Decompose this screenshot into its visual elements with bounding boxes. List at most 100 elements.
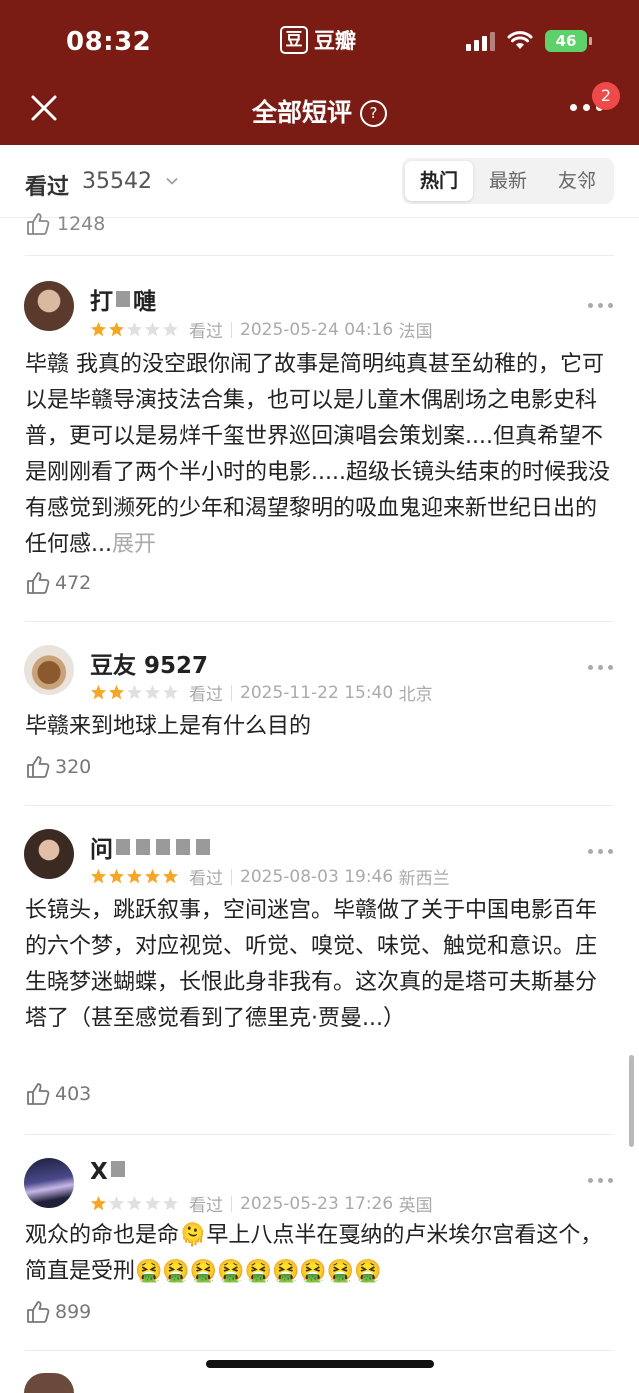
thumb-up-icon: [27, 756, 50, 778]
divider: [25, 255, 614, 256]
like-button[interactable]: 320: [25, 754, 91, 780]
divider: [25, 805, 614, 806]
tab-latest[interactable]: 最新: [474, 161, 542, 201]
review-date: 2025-05-24 04:16: [240, 319, 394, 340]
page-title: 全部短评?: [0, 93, 639, 129]
star-icon: [145, 322, 160, 337]
seen-filter-label[interactable]: 看过: [25, 169, 69, 201]
star-icon: [109, 685, 124, 700]
star-icon: [163, 1196, 178, 1211]
star-icon: [145, 685, 160, 700]
username[interactable]: 问: [90, 830, 213, 864]
star-icon: [91, 322, 106, 337]
wifi-icon: [507, 31, 533, 49]
expand-link[interactable]: 展开: [112, 532, 156, 557]
like-count: 320: [55, 756, 92, 778]
douban-logo-icon: 豆: [280, 26, 308, 54]
signal-icon: [466, 31, 495, 51]
brand-text: 豆瓣: [314, 29, 356, 53]
like-count: 472: [55, 572, 92, 594]
home-indicator[interactable]: [206, 1360, 434, 1368]
avatar[interactable]: [24, 1158, 74, 1208]
review-text-content: 毕赣 我真的没空跟你闹了故事是简明纯真甚至幼稚的，它可以是毕赣导演技法合集，也可…: [25, 352, 610, 557]
like-button[interactable]: 1248: [25, 211, 105, 237]
rating-stars: [90, 321, 179, 338]
watch-status: 看过: [189, 322, 223, 342]
star-icon: [163, 685, 178, 700]
review-text: 观众的命也是命🫠早上八点半在戛纳的卢米埃尔宫看这个，简直是受刑🤮🤮🤮🤮🤮🤮🤮🤮🤮: [25, 1223, 603, 1284]
chevron-down-icon[interactable]: [166, 175, 178, 187]
rating-stars: [90, 1195, 179, 1212]
notification-badge: 2: [592, 82, 620, 110]
help-icon[interactable]: ?: [360, 100, 387, 127]
avatar[interactable]: [24, 281, 74, 331]
like-count: 1248: [57, 213, 106, 235]
username[interactable]: 豆友 9527: [90, 646, 208, 680]
kebab-icon[interactable]: [588, 1178, 614, 1186]
star-icon: [127, 685, 142, 700]
seen-count[interactable]: 35542: [82, 169, 152, 194]
watch-status: 看过: [189, 685, 223, 705]
avatar[interactable]: [24, 829, 74, 879]
thumb-up-icon: [27, 213, 50, 235]
star-icon: [127, 322, 142, 337]
review-location: 新西兰: [398, 869, 450, 889]
watch-status: 看过: [189, 869, 223, 889]
review-meta: 看过 2025-05-24 04:16 法国: [90, 317, 433, 342]
star-icon: [109, 869, 124, 884]
star-icon: [109, 1196, 124, 1211]
avatar[interactable]: [24, 645, 74, 695]
username[interactable]: X: [90, 1159, 128, 1185]
review-text: 毕赣来到地球上是有什么目的: [25, 714, 312, 739]
kebab-icon[interactable]: [588, 303, 614, 311]
username[interactable]: 打嗹: [90, 282, 156, 316]
review-date: 2025-08-03 19:46: [240, 866, 394, 887]
kebab-icon[interactable]: [588, 665, 614, 673]
status-icons: 46: [466, 30, 592, 52]
like-button[interactable]: 472: [25, 570, 91, 596]
star-icon: [91, 869, 106, 884]
thumb-up-icon: [27, 572, 50, 594]
review-meta: 看过 2025-11-22 15:40 北京: [90, 680, 433, 705]
star-icon: [163, 869, 178, 884]
avatar[interactable]: [24, 1373, 74, 1393]
like-button[interactable]: 403: [25, 1081, 91, 1107]
rating-stars: [90, 868, 179, 885]
like-count: 403: [55, 1083, 92, 1105]
review-location: 法国: [398, 322, 433, 342]
star-icon: [145, 869, 160, 884]
review-meta: 看过 2025-08-03 19:46 新西兰: [90, 864, 450, 889]
rating-stars: [90, 684, 179, 701]
star-icon: [91, 685, 106, 700]
thumb-up-icon: [27, 1301, 50, 1323]
review-location: 英国: [398, 1196, 433, 1216]
star-icon: [91, 1196, 106, 1211]
star-icon: [127, 869, 142, 884]
kebab-icon[interactable]: [588, 849, 614, 857]
star-icon: [109, 322, 124, 337]
like-button[interactable]: 899: [25, 1299, 91, 1325]
scrollbar[interactable]: [629, 1055, 634, 1147]
tab-friends[interactable]: 友邻: [543, 161, 611, 201]
review-date: 2025-11-22 15:40: [240, 682, 394, 703]
sort-segmented-control: 热门 最新 友邻: [402, 158, 614, 204]
divider: [25, 1134, 614, 1135]
tab-hot[interactable]: 热门: [405, 161, 473, 201]
divider: [25, 621, 614, 622]
star-icon: [163, 322, 178, 337]
star-icon: [145, 1196, 160, 1211]
page-title-text: 全部短评: [251, 98, 352, 127]
star-icon: [127, 1196, 142, 1211]
filter-bar: 看过 35542 热门 最新 友邻: [0, 145, 639, 218]
review-meta: 看过 2025-05-23 17:26 英国: [90, 1191, 433, 1216]
divider: [25, 1350, 614, 1351]
thumb-up-icon: [27, 1083, 50, 1105]
status-time: 08:32: [66, 27, 152, 57]
watch-status: 看过: [189, 1196, 223, 1216]
review-date: 2025-05-23 17:26: [240, 1193, 394, 1214]
top-header: 08:32 豆 豆瓣 46 全部短评? 2: [0, 0, 639, 145]
review-text: 长镜头，跳跃叙事，空间迷宫。毕赣做了关于中国电影百年的六个梦，对应视觉、听觉、嗅…: [25, 898, 598, 1031]
review-location: 北京: [398, 685, 433, 705]
battery-level: 46: [545, 30, 587, 52]
review-text: 毕赣 我真的没空跟你闹了故事是简明纯真甚至幼稚的，它可以是毕赣导演技法合集，也可…: [25, 347, 617, 563]
